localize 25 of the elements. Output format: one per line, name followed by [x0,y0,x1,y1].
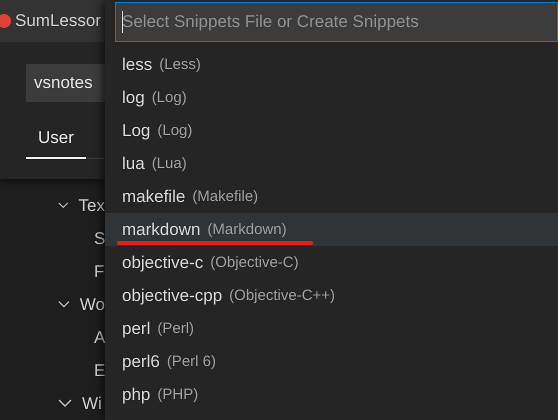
list-item[interactable]: objective-c (Objective-C) [105,246,558,279]
tree-item[interactable]: S [94,228,106,248]
list-item[interactable]: lua (Lua) [105,147,558,180]
list-item[interactable]: perl (Perl) [105,312,558,345]
tree-item[interactable]: Wi [82,394,102,414]
list-item[interactable]: log (Log) [105,81,558,114]
list-item[interactable]: objective-cpp (Objective-C++) [105,279,558,312]
tree-item[interactable]: A [94,328,106,348]
search-field[interactable]: Select Snippets File or Create Snippets [115,2,558,42]
list-item[interactable]: Log (Log) [105,114,558,147]
tree-item[interactable]: F [94,262,104,282]
list-item[interactable]: php (PHP) [105,378,558,411]
window-title: SumLessor [15,11,101,32]
list-item[interactable]: perl6 (Perl 6) [105,345,558,378]
settings-tab[interactable]: User [26,122,86,160]
list-item[interactable]: markdown (Markdown) [105,213,558,246]
chevron-icon[interactable] [58,201,69,210]
chevron-icon[interactable] [58,300,70,309]
chevron-icon[interactable] [58,399,72,408]
tree-item[interactable]: Tex [78,196,105,216]
tree-item[interactable]: E [94,360,106,380]
tree-item[interactable]: Wo [80,294,105,314]
search-field[interactable]: vsnotes [26,64,105,102]
list-item[interactable]: makefile (Makefile) [105,180,558,213]
list-item[interactable]: less (Less) [105,48,558,81]
